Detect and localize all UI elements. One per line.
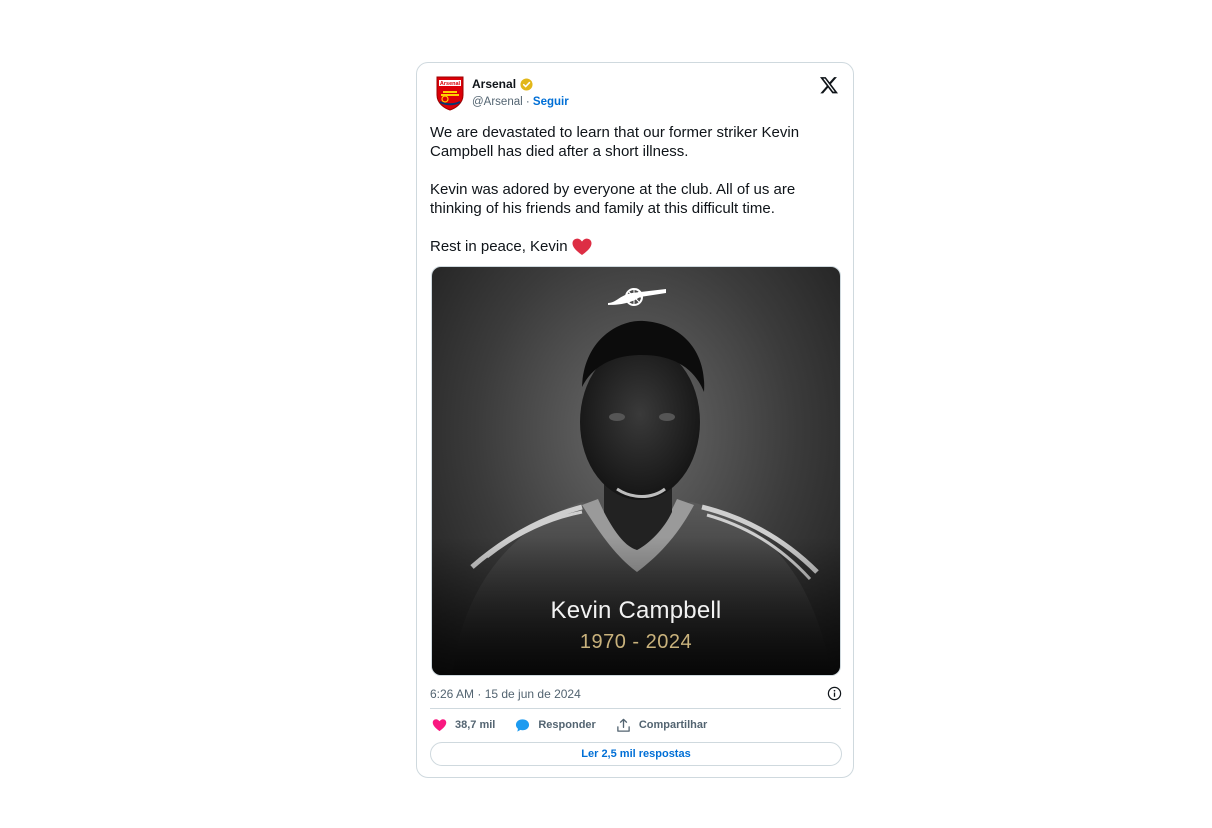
display-name[interactable]: Arsenal: [472, 77, 516, 91]
speech-bubble-icon: [516, 718, 530, 732]
share-button[interactable]: Compartilhar: [616, 718, 707, 733]
tweet-media-image[interactable]: Kevin Campbell 1970 - 2024: [431, 266, 841, 676]
name-row: Arsenal: [472, 77, 533, 91]
memorial-years: 1970 - 2024: [579, 631, 693, 653]
divider: [430, 708, 841, 709]
heart-icon: [432, 718, 447, 731]
tweet-paragraph: Kevin was adored by everyone at the club…: [430, 181, 796, 217]
memorial-name: Kevin Campbell: [550, 597, 722, 624]
tweet-text: We are devastated to learn that our form…: [430, 123, 840, 256]
arsenal-cannon-logo: [608, 288, 666, 306]
info-icon[interactable]: [827, 686, 842, 701]
handle[interactable]: @Arsenal: [472, 96, 523, 108]
red-heart-icon: [572, 238, 592, 255]
tweet-paragraph: We are devastated to learn that our form…: [430, 124, 800, 160]
tweet-actions: 38,7 mil Responder Compartilhar: [432, 715, 727, 735]
like-count: 38,7 mil: [455, 719, 496, 731]
share-label: Compartilhar: [638, 719, 708, 731]
timestamp-row: 6:26 AM · 15 de jun de 2024: [430, 685, 842, 703]
tweet-paragraph-last: Rest in peace, Kevin: [430, 237, 840, 256]
tweet-embed-card[interactable]: Arsenal Arsenal @Arsenal · Seguir We are…: [416, 62, 854, 778]
tweet-timestamp[interactable]: 6:26 AM · 15 de jun de 2024: [430, 687, 581, 701]
like-button[interactable]: 38,7 mil: [432, 718, 495, 733]
separator: ·: [525, 96, 530, 108]
reply-label: Responder: [538, 719, 596, 731]
x-logo-icon[interactable]: [819, 75, 839, 95]
tweet-paragraph-text: Rest in peace, Kevin: [430, 238, 568, 255]
handle-row: @Arsenal · Seguir: [472, 96, 569, 108]
svg-text:Arsenal: Arsenal: [440, 81, 461, 87]
read-replies-button[interactable]: Ler 2,5 mil respostas: [430, 742, 842, 766]
follow-link[interactable]: Seguir: [533, 96, 569, 108]
share-icon: [617, 718, 630, 732]
tweet-header: Arsenal Arsenal @Arsenal · Seguir: [430, 73, 841, 113]
reply-button[interactable]: Responder: [515, 718, 596, 733]
arsenal-crest-icon[interactable]: Arsenal: [434, 75, 466, 111]
verified-badge-icon: [520, 77, 533, 91]
